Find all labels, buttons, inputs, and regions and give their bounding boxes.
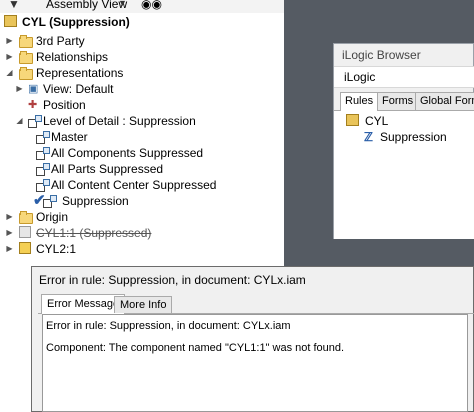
expand-icon[interactable]: ▶ — [5, 49, 14, 65]
tree-item-lod-all-content-center[interactable]: All Content Center Suppressed — [0, 177, 284, 193]
folder-icon — [19, 211, 33, 224]
tree-item-label: All Parts Suppressed — [51, 162, 164, 176]
tree-item-label: Representations — [36, 66, 124, 80]
assembly-view-dropdown[interactable]: Assembly View — [46, 0, 127, 11]
representations-folder-icon — [19, 67, 33, 80]
expand-icon[interactable]: ▶ — [15, 81, 24, 97]
tab-forms[interactable]: Forms — [377, 92, 419, 110]
error-message-line: Component: The component named "CYL1:1" … — [46, 342, 345, 354]
tree-item-lod-all-components[interactable]: All Components Suppressed — [0, 145, 284, 161]
tree-item-representations[interactable]: ◢ Representations — [0, 65, 284, 81]
ilogic-browser-window: iLogic Browser iLogic Rules Forms Global… — [333, 43, 474, 239]
rule-group-label: CYL — [365, 114, 389, 128]
level-of-detail-icon — [43, 195, 57, 208]
level-of-detail-icon — [28, 115, 42, 128]
level-of-detail-icon — [36, 131, 50, 144]
tree-item-relationships[interactable]: ▶ Relationships — [0, 49, 284, 65]
ilogic-rules-panel: CYL ℤ Suppression — [334, 111, 474, 239]
tree-root-label: CYL (Suppression) — [22, 15, 130, 29]
tree-item-label: Master — [51, 130, 88, 144]
tree-item-label: 3rd Party — [36, 34, 85, 48]
collapse-icon[interactable]: ◢ — [5, 65, 14, 81]
tab-error-message[interactable]: Error Message — [41, 294, 126, 314]
tree-item-view-default[interactable]: ▶ ▣ View: Default — [0, 81, 284, 97]
model-browser-tree: CYL (Suppression) ▶ 3rd Party ▶ Relation… — [0, 13, 284, 275]
tree-item-label: CYL1:1 (Suppressed) — [36, 226, 152, 240]
tree-item-origin[interactable]: ▶ Origin — [0, 209, 284, 225]
view-representation-icon: ▣ — [28, 83, 39, 95]
tree-item-label: All Components Suppressed — [51, 146, 204, 160]
ilogic-header: iLogic — [334, 66, 474, 88]
tree-item-3rd-party[interactable]: ▶ 3rd Party — [0, 33, 284, 49]
collapse-icon[interactable]: ◢ — [15, 113, 24, 129]
expand-icon[interactable]: ▶ — [5, 33, 14, 49]
tree-item-cyl2[interactable]: ▶ CYL2:1 — [0, 241, 284, 257]
tree-root[interactable]: CYL (Suppression) — [0, 14, 284, 30]
binoculars-icon[interactable]: ◉◉ — [141, 0, 162, 11]
error-dialog-tabs: Error Message More Info — [38, 294, 474, 314]
assembly-icon — [4, 15, 17, 27]
tree-item-lod-suppression[interactable]: ✔ Suppression — [0, 193, 284, 209]
tree-item-level-of-detail[interactable]: ◢ Level of Detail : Suppression — [0, 113, 284, 129]
folder-icon — [19, 51, 33, 64]
tree-item-label: Origin — [36, 210, 69, 224]
error-dialog: Error in rule: Suppression, in document:… — [31, 266, 474, 412]
tree-item-lod-master[interactable]: Master — [0, 129, 284, 145]
tree-item-position[interactable]: ✚ Position — [0, 97, 284, 113]
error-dialog-title: Error in rule: Suppression, in document:… — [39, 273, 306, 287]
tree-item-label: View: Default — [43, 82, 114, 96]
error-message-box[interactable]: Error in rule: Suppression, in document:… — [42, 314, 468, 412]
tree-item-label: CYL2:1 — [36, 242, 77, 256]
ilogic-header-label: iLogic — [344, 70, 376, 84]
expand-icon[interactable]: ▶ — [5, 225, 14, 241]
component-icon — [19, 242, 31, 254]
suppressed-component-icon — [19, 226, 31, 238]
tree-item-lod-all-parts[interactable]: All Parts Suppressed — [0, 161, 284, 177]
expand-icon[interactable]: ▶ — [5, 241, 14, 257]
tab-global-forms[interactable]: Global Forms — [415, 92, 474, 110]
folder-icon — [19, 35, 33, 48]
tab-more-info[interactable]: More Info — [114, 296, 173, 313]
tree-item-label: Relationships — [36, 50, 109, 64]
tab-rules[interactable]: Rules — [340, 92, 379, 111]
level-of-detail-icon — [36, 179, 50, 192]
expand-icon[interactable]: ▶ — [5, 209, 14, 225]
funnel-icon[interactable]: ▼ — [8, 0, 20, 11]
error-message-line: Error in rule: Suppression, in document:… — [46, 320, 291, 332]
rule-icon: ℤ — [364, 130, 373, 144]
tree-item-label: All Content Center Suppressed — [51, 178, 217, 192]
chevron-down-icon[interactable]: ▼ — [118, 0, 127, 8]
browser-toolbar: ▼ Assembly View ▼ ◉◉ — [0, 0, 284, 13]
position-representation-icon: ✚ — [28, 99, 38, 111]
level-of-detail-icon — [36, 147, 50, 160]
tree-item-label: Suppression — [62, 194, 129, 208]
tree-item-cyl1-suppressed[interactable]: ▶ CYL1:1 (Suppressed) — [0, 225, 284, 241]
level-of-detail-icon — [36, 163, 50, 176]
rule-label: Suppression — [380, 130, 447, 144]
tree-item-label: Position — [43, 98, 86, 112]
ilogic-tabs: Rules Forms Global Forms — [334, 92, 474, 111]
tree-item-label: Level of Detail : Suppression — [43, 114, 196, 128]
ilogic-window-title: iLogic Browser — [342, 48, 421, 62]
assembly-icon — [346, 114, 359, 126]
